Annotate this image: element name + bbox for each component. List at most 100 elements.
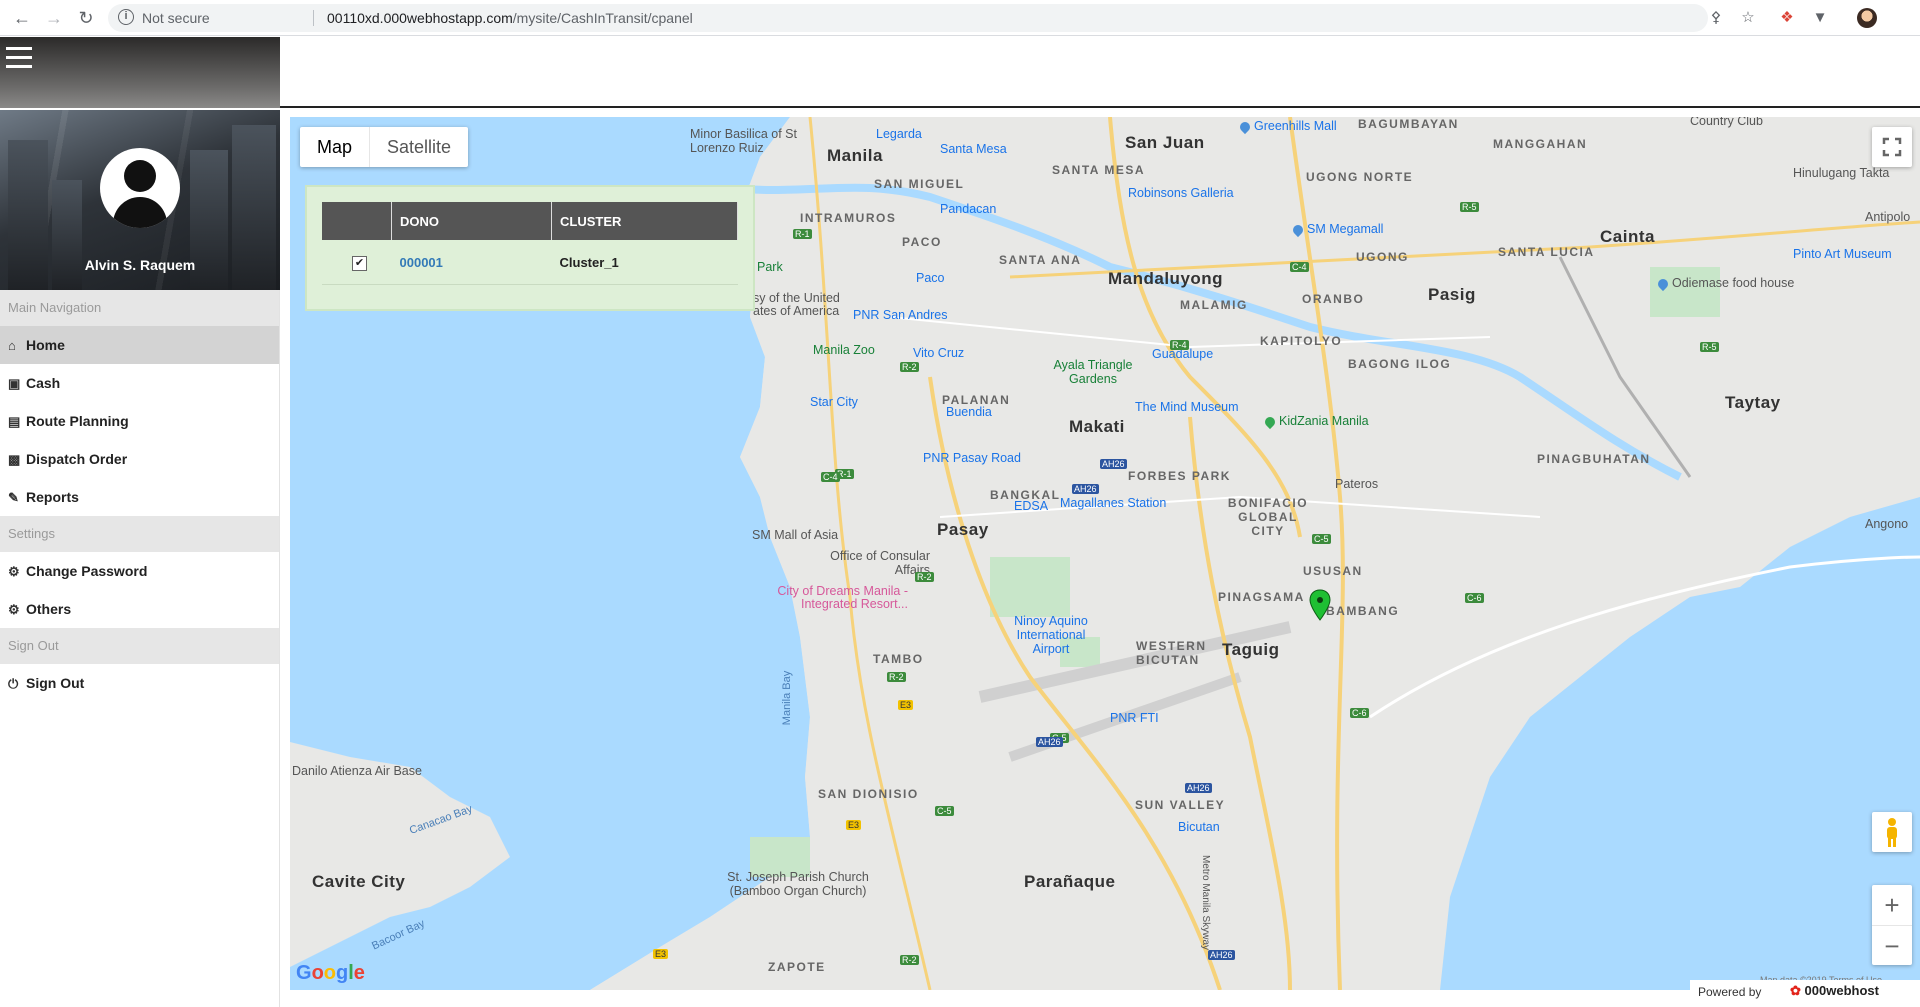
label-paco: PACO — [902, 235, 942, 249]
row-checkbox-cell: ✔ — [322, 240, 392, 285]
road-shield: C-5 — [1312, 534, 1331, 544]
sidebar-item-label: Change Password — [26, 563, 148, 579]
poi-naia: Ninoy Aquino International Airport — [1014, 614, 1088, 656]
label-antipolo: Antipolo — [1865, 210, 1911, 224]
label-san-dionisio: SAN DIONISIO — [818, 787, 919, 801]
edit-icon: ✎ — [8, 490, 19, 505]
building-silhouette — [52, 180, 82, 290]
poi-park: Park — [757, 260, 783, 274]
row-cluster: Cluster_1 — [551, 240, 738, 285]
label-bagumbayan: BAGUMBAYAN — [1358, 117, 1459, 131]
poi-city-of-dreams: City of Dreams Manila - Integrated Resor… — [777, 584, 908, 611]
sidebar-item-change-password[interactable]: ⚙ Change Password — [0, 552, 279, 590]
road-shield: E3 — [846, 820, 862, 830]
label-angono: Angono — [1865, 517, 1909, 531]
poi-magallanes: Magallanes Station — [1060, 496, 1167, 510]
info-icon[interactable]: i — [118, 9, 134, 25]
label-bambang: BAMBANG — [1326, 604, 1400, 618]
poi-danilo: Danilo Atienza Air Base — [292, 764, 422, 778]
extension-filter-icon[interactable]: ▼ — [1810, 8, 1830, 28]
poi-country-club: Country Club — [1690, 117, 1763, 128]
label-manila: Manila — [827, 146, 883, 165]
label-bonifacio: BONIFACIO GLOBAL CITY — [1227, 496, 1309, 538]
fullscreen-icon — [1882, 137, 1902, 157]
label-pinagbuhatan: PINAGBUHATAN — [1537, 452, 1651, 466]
row-checkbox[interactable]: ✔ — [352, 255, 367, 271]
home-icon: ⌂ — [8, 338, 16, 353]
map-type-satellite-button[interactable]: Satellite — [370, 127, 468, 167]
extension-color-icon[interactable]: ❖ — [1777, 8, 1797, 28]
fullscreen-button[interactable] — [1872, 127, 1912, 167]
poi-kidzania: KidZania Manila — [1262, 414, 1369, 429]
poi-sm-megamall: SM Megamall — [1290, 222, 1383, 237]
poi-legarda: Legarda — [876, 127, 922, 141]
poi-buendia: Buendia — [946, 405, 992, 419]
label-cainta: Cainta — [1600, 227, 1655, 246]
location-marker-icon[interactable] — [1309, 589, 1331, 621]
sidebar-item-sign-out[interactable]: ⏻ Sign Out — [0, 664, 279, 702]
poi-pnr-fti: PNR FTI — [1110, 711, 1159, 725]
poi-minor-basilica: Minor Basilica of St Lorenzo Ruiz — [690, 127, 797, 155]
sidebar-item-cash[interactable]: ▣ Cash — [0, 364, 279, 402]
key-icon[interactable]: ⚴ — [1706, 8, 1726, 28]
sidebar-item-others[interactable]: ⚙ Others — [0, 590, 279, 628]
nav-header-settings: Settings — [0, 516, 279, 552]
truck-icon: ▩ — [8, 452, 21, 467]
poi-odiemase: Odiemase food house — [1655, 276, 1794, 291]
forward-icon[interactable]: → — [42, 6, 66, 30]
label-mandaluyong: Mandaluyong — [1108, 269, 1224, 288]
sidebar: Alvin S. Raquem Main Navigation ⌂ Home ▣ C… — [0, 110, 280, 1007]
zoom-in-button[interactable]: + — [1872, 885, 1912, 926]
sidebar-item-home[interactable]: ⌂ Home — [0, 326, 279, 364]
header-bar — [280, 37, 1920, 108]
url-text[interactable]: 00110xd.000webhostapp.com/mysite/CashInT… — [327, 10, 693, 26]
poi-paco: Paco — [916, 271, 945, 285]
poi-pandacan: Pandacan — [940, 202, 997, 216]
webhost-brand[interactable]: ✿ 000webhost — [1790, 983, 1879, 999]
url-host: 00110xd.000webhostapp.com — [327, 10, 513, 26]
road-shield: AH26 — [1185, 783, 1212, 793]
road-shield: AH26 — [1100, 459, 1127, 469]
label-ususan: USUSAN — [1303, 564, 1363, 578]
road-shield: AH26 — [1036, 737, 1063, 747]
road-shield: R-5 — [1460, 202, 1479, 212]
road-shield: R-4 — [1170, 340, 1189, 350]
column-header-select — [322, 202, 392, 240]
address-bar[interactable]: i Not secure 00110xd.000webhostapp.com/m… — [108, 4, 1708, 32]
cluster-panel: DONO CLUSTER ✔ 000001 Cluster_1 — [305, 185, 755, 311]
poi-pinto: Pinto Art Museum — [1793, 247, 1892, 261]
sidebar-item-label: Dispatch Order — [26, 451, 128, 467]
profile-avatar-icon[interactable] — [1857, 8, 1877, 28]
sidebar-item-reports[interactable]: ✎ Reports — [0, 478, 279, 516]
map-canvas[interactable]: Manila San Juan Mandaluyong Pasig Cainta… — [290, 117, 1920, 990]
street-view-pegman-button[interactable] — [1872, 812, 1912, 852]
sidebar-item-route-planning[interactable]: ▤ Route Planning — [0, 402, 279, 440]
map-type-map-button[interactable]: Map — [300, 127, 371, 167]
column-header-dono: DONO — [391, 202, 552, 240]
road-shield: R-2 — [900, 955, 919, 965]
label-tambo: TAMBO — [873, 652, 924, 666]
reload-icon[interactable]: ↻ — [74, 6, 98, 30]
table-row: ✔ 000001 Cluster_1 — [322, 240, 738, 285]
star-icon[interactable]: ☆ — [1738, 8, 1758, 28]
label-makati: Makati — [1069, 417, 1125, 436]
sidebar-item-label: Sign Out — [26, 675, 85, 691]
road-shield: R-1 — [793, 229, 812, 239]
hosting-footer: Powered by ✿ 000webhost — [1690, 980, 1920, 1007]
label-forbes-park: FORBES PARK — [1128, 469, 1231, 483]
poi-santa-mesa: Santa Mesa — [940, 142, 1007, 156]
label-kapitolyo: KAPITOLYO — [1260, 334, 1343, 348]
label-sun-valley: SUN VALLEY — [1135, 798, 1226, 812]
poi-ayala: Ayala Triangle Gardens — [1053, 358, 1133, 386]
road-shield: AH26 — [1072, 484, 1099, 494]
row-dono-link[interactable]: 000001 — [391, 240, 552, 285]
sidebar-item-dispatch-order[interactable]: ▩ Dispatch Order — [0, 440, 279, 478]
back-icon[interactable]: ← — [10, 6, 34, 30]
hamburger-menu-icon[interactable] — [6, 47, 32, 71]
road-shield: C-6 — [1350, 708, 1369, 718]
poi-us-embassy: sy of the United ates of America — [753, 291, 840, 318]
zoom-out-button[interactable]: − — [1872, 926, 1912, 966]
label-san-juan: San Juan — [1125, 133, 1205, 152]
label-san-miguel: SAN MIGUEL — [874, 177, 965, 191]
road-shield: R-2 — [915, 572, 934, 582]
